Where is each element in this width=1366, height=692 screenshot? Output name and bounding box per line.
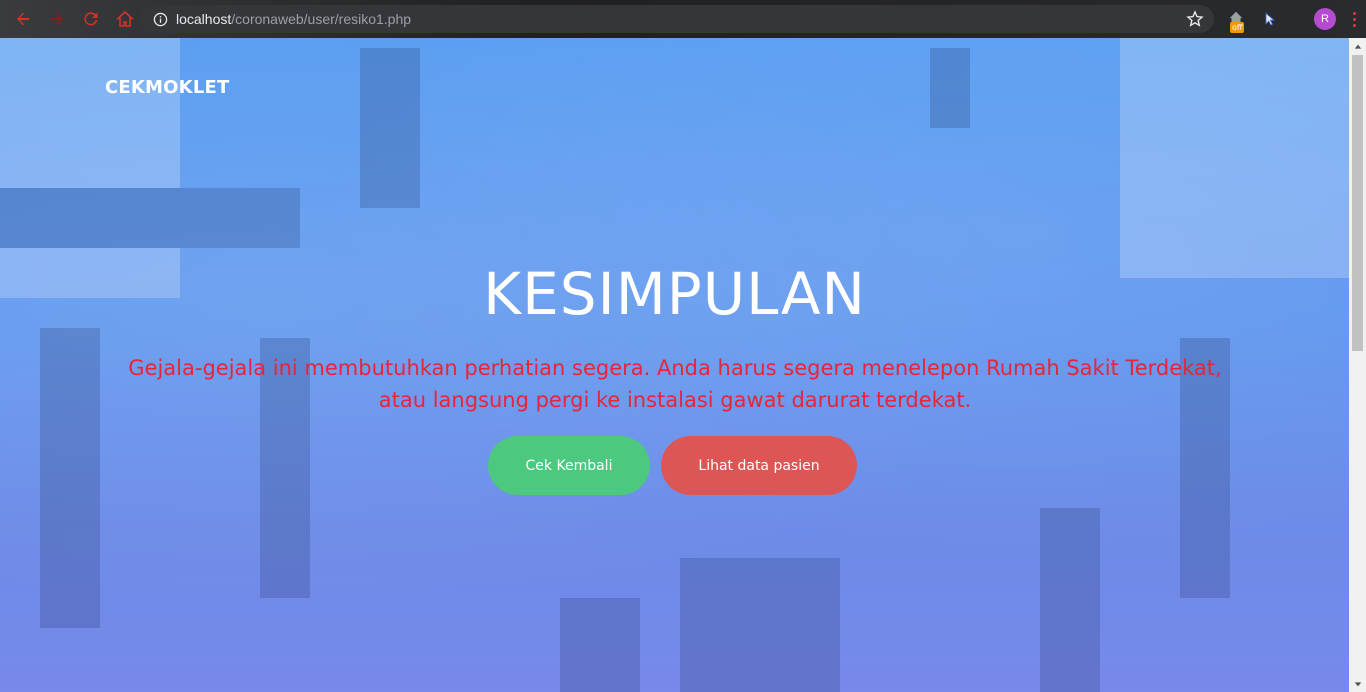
url-path: /coronaweb/user/resiko1.php bbox=[231, 11, 412, 27]
check-again-button[interactable]: Cek Kembali bbox=[488, 436, 650, 495]
home-icon bbox=[116, 10, 134, 27]
scrollbar[interactable] bbox=[1349, 38, 1366, 692]
avatar[interactable]: R bbox=[1314, 8, 1336, 30]
browser-toolbar: localhost/coronaweb/user/resiko1.php off… bbox=[0, 0, 1366, 38]
back-icon bbox=[17, 12, 29, 26]
extension-badge: off bbox=[1230, 22, 1245, 33]
home-button[interactable] bbox=[110, 4, 140, 34]
star-icon[interactable] bbox=[1186, 10, 1204, 28]
back-button[interactable] bbox=[8, 4, 38, 34]
address-bar[interactable]: localhost/coronaweb/user/resiko1.php bbox=[140, 5, 1214, 33]
extension-icon[interactable]: off bbox=[1224, 7, 1248, 33]
scroll-up-icon[interactable] bbox=[1349, 38, 1366, 55]
scroll-down-icon[interactable] bbox=[1349, 675, 1366, 692]
page-viewport: CEKMOKLET KESIMPULAN Gejala-gejala ini m… bbox=[0, 38, 1366, 692]
info-icon[interactable] bbox=[152, 11, 168, 27]
page-title: KESIMPULAN bbox=[483, 260, 866, 328]
url-text: localhost/coronaweb/user/resiko1.php bbox=[176, 11, 411, 27]
extensions-area: off R bbox=[1224, 5, 1362, 33]
forward-button[interactable] bbox=[42, 4, 72, 34]
view-patients-button[interactable]: Lihat data pasien bbox=[661, 436, 857, 495]
cursor-extension-icon[interactable] bbox=[1258, 7, 1282, 31]
action-buttons: Cek Kembali Lihat data pasien bbox=[0, 436, 1345, 495]
url-host: localhost bbox=[176, 11, 232, 27]
warning-message: Gejala-gejala ini membutuhkan perhatian … bbox=[128, 356, 1222, 412]
forward-icon bbox=[51, 12, 63, 26]
reload-icon bbox=[84, 12, 98, 26]
brand-logo[interactable]: CEKMOKLET bbox=[105, 77, 229, 98]
menu-icon[interactable] bbox=[1346, 8, 1362, 30]
reload-button[interactable] bbox=[76, 4, 106, 34]
scroll-thumb[interactable] bbox=[1352, 55, 1363, 351]
